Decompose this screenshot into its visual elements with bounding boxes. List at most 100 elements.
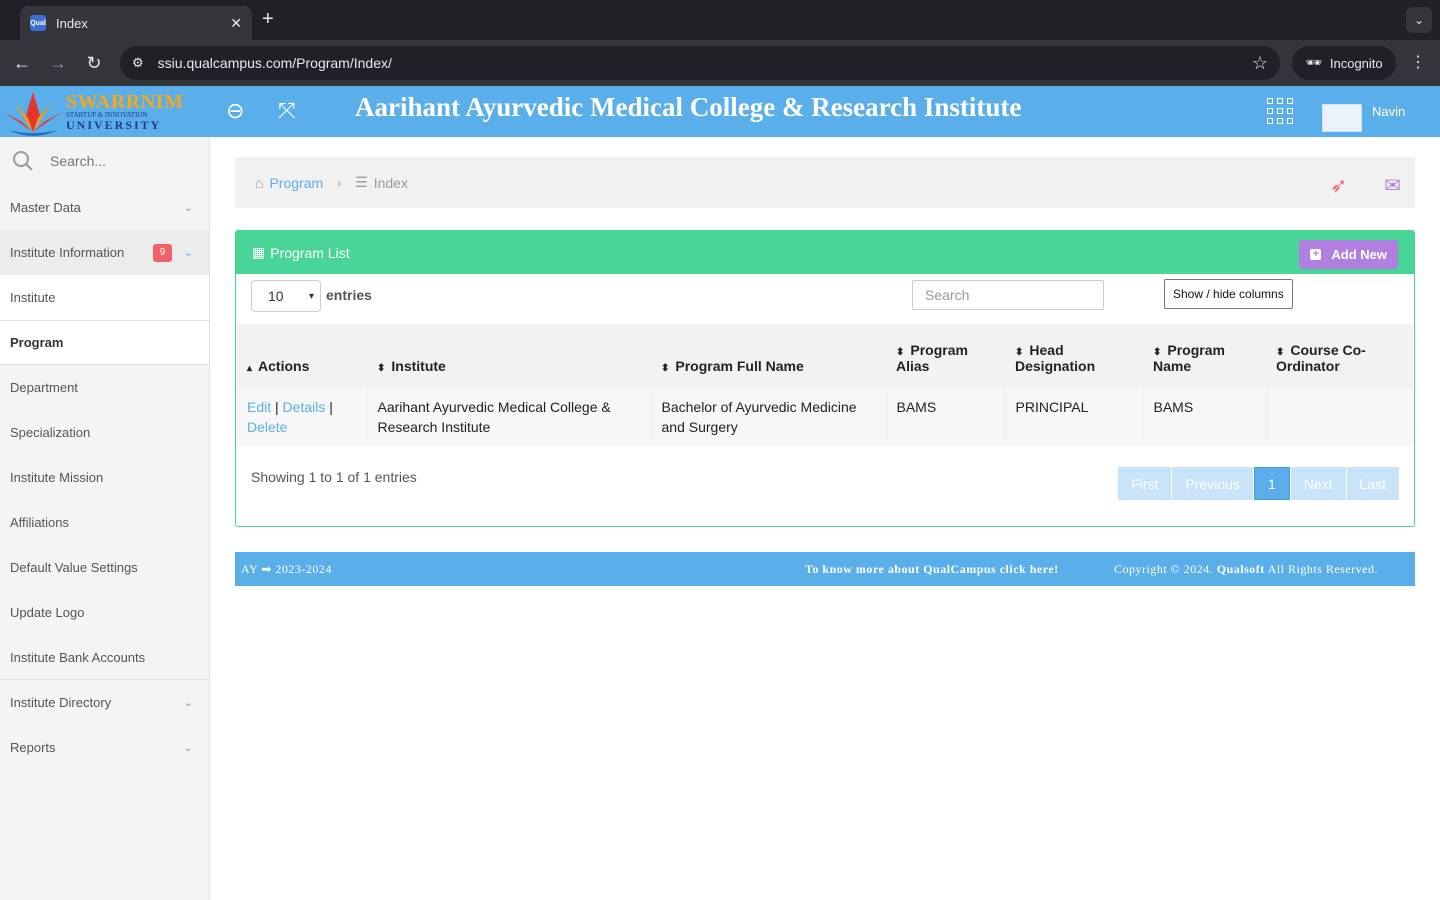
chevron-down-icon: ⌄ (183, 697, 193, 709)
add-new-label: Add New (1331, 247, 1387, 262)
sidebar: Master Data ⌄ Institute Information 9 ⌄ … (0, 137, 210, 900)
head-designation-cell: PRINCIPAL (1005, 385, 1144, 446)
chevron-down-icon: ▾ (308, 290, 314, 302)
breadcrumb-program-link[interactable]: Program (269, 175, 323, 191)
table-icon: ▦ (252, 244, 266, 260)
details-link[interactable]: Details (283, 399, 326, 415)
pager-page-1[interactable]: 1 (1253, 467, 1290, 500)
sidebar-item-affiliations[interactable]: Affiliations (0, 500, 209, 545)
pager-next[interactable]: Next (1290, 467, 1346, 500)
sort-icon: ⬍ (1015, 346, 1024, 358)
incognito-label: Incognito (1329, 55, 1383, 71)
new-tab-icon[interactable]: + (262, 8, 274, 31)
browser-menu-icon[interactable]: ⋮ (1410, 52, 1426, 72)
back-icon[interactable]: ← (10, 53, 34, 74)
course-coordinator-cell (1266, 385, 1413, 446)
entries-label: entries (326, 287, 372, 303)
chevron-right-icon: › (337, 175, 342, 190)
list-icon: ☰ (355, 174, 368, 190)
avatar[interactable] (1322, 104, 1362, 132)
col-program-full-name[interactable]: ⬍ Program Full Name (651, 324, 886, 386)
col-course-coordinator[interactable]: ⬍ Course Co-Ordinator (1266, 324, 1413, 386)
show-hide-columns-button[interactable]: Show / hide columns (1164, 279, 1293, 309)
col-actions[interactable]: ▴ Actions (237, 324, 367, 386)
sidebar-search-input[interactable] (50, 153, 180, 169)
app-header: SWARRNIM STARTUP & INNOVATION UNIVERSITY… (0, 86, 1440, 137)
table-row: Edit | Details | Delete Aarihant Ayurved… (237, 385, 1413, 446)
paper-plane-icon[interactable]: ➶ (1330, 173, 1347, 198)
add-new-button[interactable]: + Add New (1299, 240, 1398, 269)
fullscreen-icon[interactable]: ⤧ (278, 98, 296, 124)
sidebar-item-institute-directory[interactable]: Institute Directory ⌄ (0, 680, 209, 725)
breadcrumb: ⌂ Program › ☰ Index ➶ ✉ (235, 157, 1415, 208)
pager-first[interactable]: First (1118, 467, 1172, 500)
page-size-value: 10 (268, 288, 284, 304)
user-name[interactable]: Navin (1372, 104, 1405, 119)
university-logo[interactable]: SWARRNIM STARTUP & INNOVATION UNIVERSITY (0, 86, 185, 137)
sidebar-item-institute[interactable]: Institute (0, 275, 209, 320)
incognito-icon: 🕶 (1305, 55, 1322, 70)
sidebar-item-label: Institute (10, 290, 56, 305)
tab-close-icon[interactable]: ✕ (230, 15, 242, 32)
chevron-down-icon: ⌄ (183, 247, 193, 259)
logo-line3: UNIVERSITY (66, 118, 162, 132)
address-bar: ← → ↻ ⚙ ssiu.qualcampus.com/Program/Inde… (0, 40, 1440, 86)
sidebar-item-label: Master Data (10, 200, 81, 215)
company-link[interactable]: Qualsoft (1217, 562, 1265, 576)
url-field[interactable]: ⚙ ssiu.qualcampus.com/Program/Index/ ☆ (120, 46, 1280, 80)
page-size-select[interactable]: 10 ▾ (251, 280, 321, 312)
sidebar-item-institute-bank-accounts[interactable]: Institute Bank Accounts (0, 635, 209, 680)
panel-title: Program List (270, 244, 350, 261)
mail-icon[interactable]: ✉ (1384, 173, 1401, 198)
pagination: First Previous 1 Next Last (1117, 467, 1399, 500)
sidebar-item-reports[interactable]: Reports ⌄ (0, 725, 209, 770)
sidebar-item-institute-mission[interactable]: Institute Mission (0, 455, 209, 500)
sidebar-item-specialization[interactable]: Specialization (0, 410, 209, 455)
col-head-designation[interactable]: ⬍ Head Designation (1005, 324, 1143, 386)
sort-icon: ⬍ (1276, 346, 1285, 358)
know-more-link[interactable]: To know more about QualCampus click here… (805, 562, 1059, 577)
tab-title: Index (56, 15, 88, 31)
sidebar-item-update-logo[interactable]: Update Logo (0, 590, 209, 635)
home-icon: ⌂ (255, 174, 264, 191)
sort-icon: ⬍ (1153, 346, 1162, 358)
collapse-sidebar-icon[interactable]: ⊖ (226, 98, 244, 124)
chevron-down-icon: ⌄ (183, 742, 193, 754)
site-info-icon[interactable]: ⚙ (132, 55, 144, 71)
pager-last[interactable]: Last (1346, 467, 1399, 500)
table-header-row: ▴ Actions ⬍ Institute ⬍ Program Full Name ⬍… (237, 324, 1413, 386)
sidebar-item-institute-information[interactable]: Institute Information 9 ⌄ (0, 230, 209, 275)
edit-link[interactable]: Edit (247, 399, 271, 415)
sidebar-item-master-data[interactable]: Master Data ⌄ (0, 185, 209, 230)
apps-grid-icon[interactable] (1267, 98, 1293, 124)
sidebar-item-label: Update Logo (10, 605, 85, 620)
actions-cell: Edit | Details | Delete (237, 385, 368, 446)
table-search-input[interactable]: Search (912, 280, 1104, 310)
sidebar-item-label: Specialization (10, 425, 91, 440)
col-institute[interactable]: ⬍ Institute (367, 324, 651, 386)
search-icon (13, 151, 33, 171)
incognito-badge[interactable]: 🕶 Incognito (1292, 46, 1396, 80)
sidebar-item-default-value-settings[interactable]: Default Value Settings (0, 545, 209, 590)
sidebar-item-label: Department (10, 380, 78, 395)
delete-link[interactable]: Delete (247, 419, 287, 435)
sidebar-item-label: Institute Information (10, 245, 125, 260)
sidebar-item-department[interactable]: Department (0, 365, 209, 410)
reload-icon[interactable]: ↻ (82, 53, 106, 74)
bookmark-star-icon[interactable]: ☆ (1252, 53, 1268, 74)
col-program-name[interactable]: ⬍ Program Name (1143, 324, 1266, 386)
sort-icon: ⬍ (377, 362, 386, 374)
showing-entries-text: Showing 1 to 1 of 1 entries (251, 469, 417, 485)
sidebar-item-label: Affiliations (10, 515, 70, 530)
sidebar-item-program[interactable]: Program (0, 320, 209, 365)
chevron-down-icon: ⌄ (183, 202, 193, 214)
pager-previous[interactable]: Previous (1172, 467, 1253, 500)
sort-asc-icon: ▴ (247, 362, 253, 374)
table-controls: 10 ▾ entries Search Show / hide columns (236, 274, 1414, 324)
forward-icon[interactable]: → (46, 53, 70, 74)
sidebar-item-label: Institute Directory (10, 695, 112, 710)
tab-search-icon[interactable]: ⌄ (1406, 7, 1432, 33)
col-program-alias[interactable]: ⬍ Program Alias (886, 324, 1005, 386)
browser-tab[interactable]: Qual Index ✕ (20, 6, 252, 40)
breadcrumb-current: Index (373, 174, 408, 191)
